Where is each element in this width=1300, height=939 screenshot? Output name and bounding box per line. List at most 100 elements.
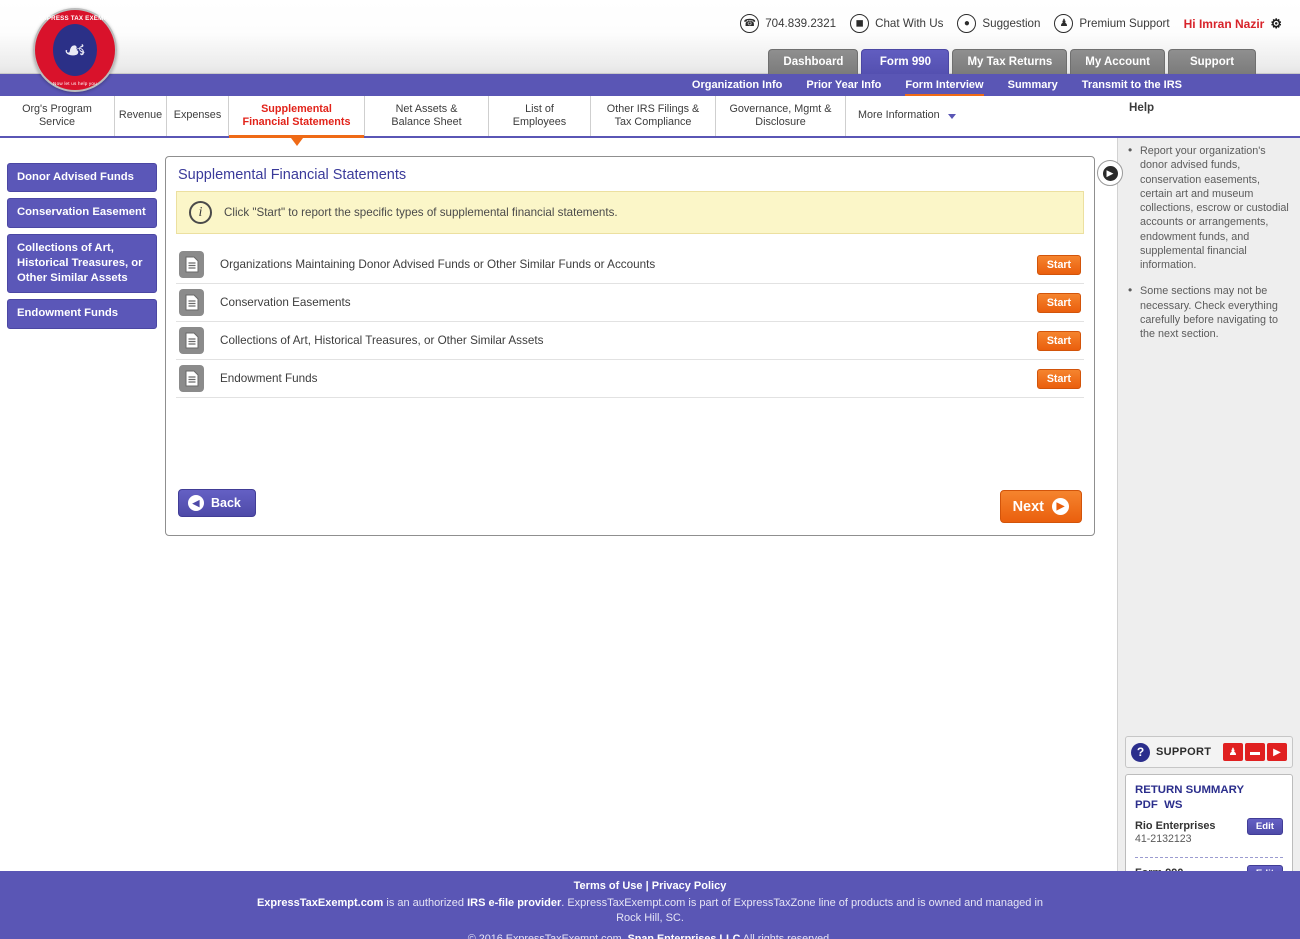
section-tab-bar: Org's Program Service Revenue Expenses S… bbox=[0, 96, 1117, 146]
tab-support[interactable]: Support bbox=[1168, 49, 1256, 74]
user-name: Hi Imran Nazir bbox=[1183, 16, 1265, 31]
help-tab-header[interactable]: Help bbox=[1117, 96, 1300, 144]
support-icon-group: ♟ ▬ ▶ bbox=[1223, 743, 1287, 761]
next-button[interactable]: Next ▶ bbox=[999, 490, 1082, 523]
main-tab-bar: Dashboard Form 990 My Tax Returns My Acc… bbox=[768, 49, 1300, 74]
premium-support-label: Premium Support bbox=[1079, 17, 1170, 30]
suggestion-link[interactable]: ● Suggestion bbox=[957, 14, 1040, 33]
person-icon[interactable]: ♟ bbox=[1223, 743, 1243, 761]
info-icon: i bbox=[189, 201, 212, 224]
list-item[interactable]: Conservation Easements Start bbox=[176, 284, 1084, 322]
help-bullet-list: Report your organization's donor advised… bbox=[1118, 138, 1300, 341]
sub-navigation: Organization Info Prior Year Info Form I… bbox=[0, 74, 1300, 96]
left-sidebar: Donor Advised Funds Conservation Easemen… bbox=[7, 163, 157, 335]
logo-ring-text: EXPRESS TAX EXEMPT Now let us help you bbox=[35, 10, 115, 90]
help-tab-label: Help bbox=[1129, 101, 1155, 114]
copyright-text: © 2016 ExpressTaxExempt.com, bbox=[467, 932, 628, 939]
section-tab-net-assets-balance-sheet[interactable]: Net Assets & Balance Sheet bbox=[365, 96, 489, 136]
sidebar-item-endowment-funds[interactable]: Endowment Funds bbox=[7, 299, 157, 329]
pdf-link[interactable]: PDF bbox=[1135, 799, 1158, 811]
main-content-panel: Supplemental Financial Statements i Clic… bbox=[165, 156, 1095, 536]
document-icon bbox=[179, 251, 204, 278]
video-icon[interactable]: ▶ bbox=[1267, 743, 1287, 761]
premium-support-link[interactable]: ♟ Premium Support bbox=[1054, 14, 1170, 33]
chat-label: Chat With Us bbox=[875, 17, 944, 30]
start-button[interactable]: Start bbox=[1036, 368, 1081, 389]
document-icon bbox=[179, 327, 204, 354]
tab-dashboard[interactable]: Dashboard bbox=[768, 49, 859, 74]
help-bullet: Report your organization's donor advised… bbox=[1126, 143, 1290, 272]
section-tab-program-service[interactable]: Org's Program Service bbox=[0, 96, 115, 136]
phone-icon: ☎ bbox=[740, 14, 760, 33]
app-page: EXPRESS TAX EXEMPT Now let us help you ☙… bbox=[0, 0, 1300, 939]
sidebar-item-collections-of-art[interactable]: Collections of Art, Historical Treasures… bbox=[7, 233, 157, 294]
brand-logo[interactable]: EXPRESS TAX EXEMPT Now let us help you ☙ bbox=[33, 8, 117, 92]
start-button[interactable]: Start bbox=[1036, 254, 1081, 275]
subnav-transmit-to-irs[interactable]: Transmit to the IRS bbox=[1082, 74, 1182, 96]
question-mark-icon: ? bbox=[1131, 742, 1150, 762]
list-item-label: Collections of Art, Historical Treasures… bbox=[220, 334, 544, 347]
company-name: Span Enterprises LLC bbox=[627, 932, 741, 939]
section-tab-more-information[interactable]: More Information bbox=[846, 96, 1117, 136]
header-utility-links: ☎ 704.839.2321 ◼ Chat With Us ● Suggesti… bbox=[740, 14, 1282, 33]
back-button-label: Back bbox=[211, 496, 241, 510]
footer-separator: | bbox=[645, 880, 649, 892]
subnav-form-interview[interactable]: Form Interview bbox=[905, 74, 984, 96]
section-tab-revenue[interactable]: Revenue bbox=[115, 96, 167, 136]
help-bullet: Some sections may not be necessary. Chec… bbox=[1126, 283, 1290, 341]
section-tab-other-irs-filings[interactable]: Other IRS Filings & Tax Compliance bbox=[591, 96, 716, 136]
next-button-label: Next bbox=[1012, 498, 1044, 515]
footer-provider-line: ExpressTaxExempt.com is an authorized IR… bbox=[0, 896, 1300, 926]
gear-icon[interactable]: ⚙ bbox=[1270, 16, 1282, 32]
arrow-right-icon: ▶ bbox=[1102, 165, 1118, 181]
chat-icon[interactable]: ▬ bbox=[1245, 743, 1265, 761]
sidebar-item-donor-advised-funds[interactable]: Donor Advised Funds bbox=[7, 163, 157, 193]
section-tab-expenses[interactable]: Expenses bbox=[167, 96, 229, 136]
ws-link[interactable]: WS bbox=[1164, 799, 1182, 811]
info-banner: i Click "Start" to report the specific t… bbox=[176, 191, 1084, 234]
tab-my-account[interactable]: My Account bbox=[1070, 49, 1165, 74]
section-tab-list-of-employees[interactable]: List of Employees bbox=[489, 96, 591, 136]
list-item-label: Organizations Maintaining Donor Advised … bbox=[220, 258, 656, 271]
phone-link[interactable]: ☎ 704.839.2321 bbox=[740, 14, 836, 33]
return-summary-links: PDF WS bbox=[1135, 799, 1283, 811]
page-title: Supplemental Financial Statements bbox=[178, 167, 407, 183]
footer-links: Terms of Use | Privacy Policy bbox=[0, 880, 1300, 892]
footer-text-a: is an authorized bbox=[383, 897, 468, 909]
logo-top-text: EXPRESS TAX EXEMPT bbox=[38, 15, 112, 22]
edit-organization-button[interactable]: Edit bbox=[1246, 818, 1283, 836]
organization-summary: Rio Enterprises 41-2132123 Edit bbox=[1135, 818, 1283, 847]
subnav-prior-year-info[interactable]: Prior Year Info bbox=[806, 74, 881, 96]
arrow-left-icon: ◀ bbox=[188, 495, 204, 511]
terms-of-use-link[interactable]: Terms of Use bbox=[574, 880, 643, 892]
divider bbox=[1135, 856, 1283, 858]
statement-list: Organizations Maintaining Donor Advised … bbox=[176, 246, 1084, 398]
privacy-policy-link[interactable]: Privacy Policy bbox=[652, 880, 727, 892]
subnav-organization-info[interactable]: Organization Info bbox=[692, 74, 782, 96]
support-label: SUPPORT bbox=[1156, 746, 1212, 758]
person-icon: ♟ bbox=[1054, 14, 1074, 33]
more-information-label: More Information bbox=[858, 109, 940, 122]
rights-text: All rights reserved. bbox=[740, 932, 833, 939]
user-greeting[interactable]: Hi Imran Nazir ⚙ bbox=[1184, 16, 1282, 32]
section-tab-governance[interactable]: Governance, Mgmt & Disclosure bbox=[716, 96, 846, 136]
footer-copyright: © 2016 ExpressTaxExempt.com, Span Enterp… bbox=[0, 933, 1300, 939]
start-button[interactable]: Start bbox=[1036, 330, 1081, 351]
microphone-icon: ● bbox=[957, 14, 977, 33]
section-tab-supplemental-financial-statements[interactable]: Supplemental Financial Statements bbox=[229, 96, 365, 146]
sidebar-item-conservation-easement[interactable]: Conservation Easement bbox=[7, 198, 157, 228]
footer-site-name: ExpressTaxExempt.com bbox=[256, 897, 384, 909]
list-item[interactable]: Organizations Maintaining Donor Advised … bbox=[176, 246, 1084, 284]
list-item[interactable]: Endowment Funds Start bbox=[176, 360, 1084, 398]
list-item-label: Endowment Funds bbox=[220, 372, 318, 385]
start-button[interactable]: Start bbox=[1036, 292, 1081, 313]
suggestion-label: Suggestion bbox=[982, 17, 1041, 30]
back-button[interactable]: ◀ Back bbox=[178, 489, 256, 517]
info-banner-text: Click "Start" to report the specific typ… bbox=[224, 206, 618, 219]
list-item[interactable]: Collections of Art, Historical Treasures… bbox=[176, 322, 1084, 360]
subnav-summary[interactable]: Summary bbox=[1008, 74, 1058, 96]
panel-expand-toggle[interactable]: ▶ bbox=[1097, 160, 1123, 186]
tab-form-990[interactable]: Form 990 bbox=[861, 49, 950, 74]
chat-link[interactable]: ◼ Chat With Us bbox=[850, 14, 943, 33]
tab-my-tax-returns[interactable]: My Tax Returns bbox=[952, 49, 1068, 74]
